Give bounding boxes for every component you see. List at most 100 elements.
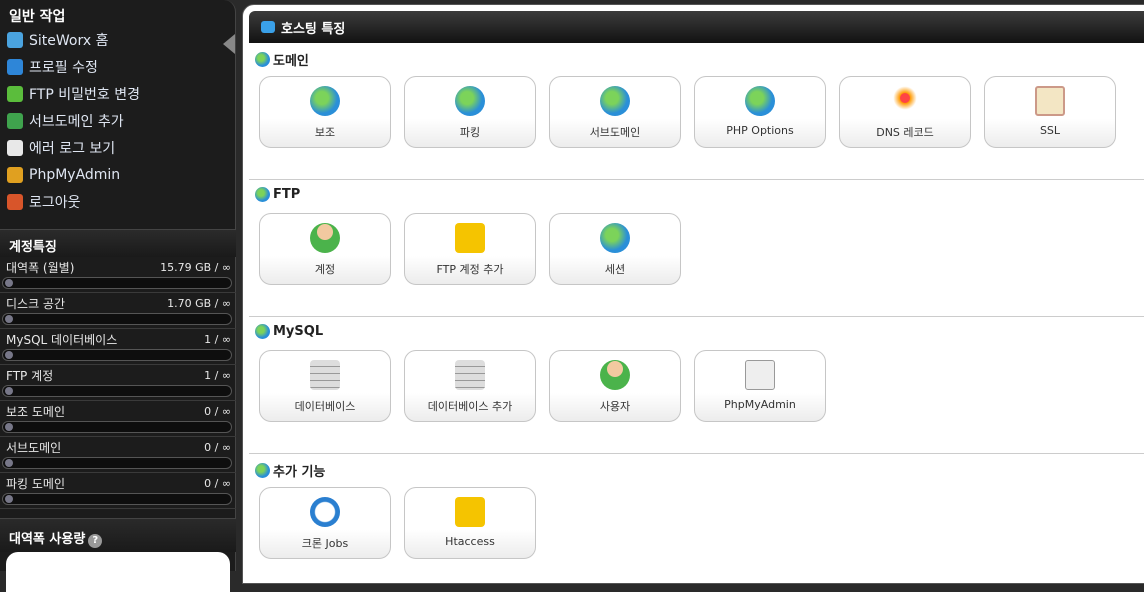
document-icon: [7, 139, 23, 156]
pma-icon: [745, 360, 775, 390]
usage-bar: [2, 277, 232, 289]
stat-label: MySQL 데이터베이스: [6, 333, 118, 347]
stat-label: 파킹 도메인: [6, 477, 66, 491]
feature-button[interactable]: FTP 계정 추가: [404, 213, 536, 285]
section-icon: [255, 463, 270, 478]
panel-title: 호스팅 특징: [281, 21, 346, 37]
sidebar-item-label: PhpMyAdmin: [29, 166, 121, 183]
clock-icon: [310, 497, 340, 527]
feature-button[interactable]: PhpMyAdmin: [694, 350, 826, 422]
feature-button[interactable]: 세션: [549, 213, 681, 285]
usage-bar: [2, 421, 232, 433]
ssl-icon: [1035, 86, 1065, 116]
feature-button[interactable]: 크론 Jobs: [259, 487, 391, 559]
sidebar-item-label: FTP 비밀번호 변경: [29, 86, 140, 103]
feature-button[interactable]: 데이터베이스: [259, 350, 391, 422]
account-stat: 디스크 공간 1.70 GB / ∞: [0, 293, 236, 329]
feature-button-label: 세션: [604, 263, 626, 276]
section-icon: [255, 52, 270, 67]
sidebar-item-label: SiteWorx 홈: [29, 32, 109, 49]
feature-button[interactable]: 서브도메인: [549, 76, 681, 148]
stat-value: 0 / ∞: [204, 477, 231, 490]
feature-button[interactable]: PHP Options: [694, 76, 826, 148]
feature-section: 추가 기능크론 Jobs Htaccess: [249, 454, 1144, 591]
feature-button-label: 데이터베이스: [294, 400, 356, 413]
usage-bar: [2, 313, 232, 325]
feature-section: MySQL 데이터베이스 데이터베이스 추가 사용자 PhpMyAdmin: [249, 317, 1144, 454]
feature-button[interactable]: DNS 레코드: [839, 76, 971, 148]
phpmyadmin-icon: [7, 166, 23, 183]
stat-value: 0 / ∞: [204, 405, 231, 418]
bandwidth-chart: [6, 552, 230, 592]
section-title: 도메인: [273, 54, 309, 69]
folder-icon: [455, 497, 485, 527]
active-indicator-arrow: [223, 34, 235, 54]
sidebar-item[interactable]: FTP 비밀번호 변경: [0, 80, 235, 107]
profile-icon: [7, 58, 23, 75]
sidebar-item[interactable]: 에러 로그 보기: [0, 134, 235, 161]
sidebar-title: 일반 작업: [9, 9, 66, 25]
logout-icon: [7, 193, 23, 210]
sidebar-item-label: 서브도메인 추가: [29, 113, 124, 130]
feature-section: FTP 계정 FTP 계정 추가 세션: [249, 180, 1144, 317]
feature-button-label: 크론 Jobs: [301, 537, 349, 550]
help-icon[interactable]: ?: [88, 534, 103, 548]
dns-icon: [890, 86, 920, 116]
db-icon: [310, 360, 340, 390]
usage-bar: [2, 493, 232, 505]
feature-button-label: PHP Options: [726, 124, 794, 137]
section-icon: [255, 324, 270, 339]
account-features-title: 계정특징: [0, 229, 236, 257]
feature-button-label: Htaccess: [445, 535, 495, 548]
sidebar-item[interactable]: SiteWorx 홈: [0, 26, 235, 53]
stat-value: 0 / ∞: [204, 441, 231, 454]
feature-button[interactable]: Htaccess: [404, 487, 536, 559]
feature-button-label: DNS 레코드: [876, 126, 934, 139]
section-title: FTP: [273, 187, 301, 202]
sidebar-item[interactable]: 프로필 수정: [0, 53, 235, 80]
feature-button[interactable]: 사용자: [549, 350, 681, 422]
feature-button[interactable]: 데이터베이스 추가: [404, 350, 536, 422]
feature-button-label: 보조: [314, 126, 336, 139]
feature-button-label: 서브도메인: [589, 126, 641, 139]
section-icon: [255, 187, 270, 202]
user-icon: [310, 223, 340, 253]
home-icon: [7, 31, 23, 48]
sidebar-item-label: 로그아웃: [29, 194, 81, 211]
feature-button[interactable]: SSL: [984, 76, 1116, 148]
account-stat: 서브도메인 0 / ∞: [0, 437, 236, 473]
globe-icon: [455, 86, 485, 116]
globe-icon: [310, 86, 340, 116]
feature-button-label: 계정: [314, 263, 336, 276]
account-stat: MySQL 데이터베이스 1 / ∞: [0, 329, 236, 365]
stat-label: 서브도메인: [6, 441, 62, 455]
feature-button-label: 데이터베이스 추가: [427, 400, 513, 413]
feature-button[interactable]: 파킹: [404, 76, 536, 148]
sidebar-item[interactable]: PhpMyAdmin: [0, 161, 235, 188]
bandwidth-usage-panel: 대역폭 사용량?: [0, 518, 236, 592]
feature-button[interactable]: 보조: [259, 76, 391, 148]
stat-value: 15.79 GB / ∞: [160, 261, 231, 274]
section-title: 추가 기능: [273, 465, 326, 480]
account-features: 계정특징 대역폭 (월별) 15.79 GB / ∞ 디스크 공간 1.70 GB /…: [0, 229, 236, 509]
sidebar-item-label: 프로필 수정: [29, 59, 98, 76]
feature-button[interactable]: 계정: [259, 213, 391, 285]
account-stat: FTP 계정 1 / ∞: [0, 365, 236, 401]
sidebar-item[interactable]: 서브도메인 추가: [0, 107, 235, 134]
folder-icon: [455, 223, 485, 253]
monitor-icon: [261, 21, 275, 33]
sidebar: 일반 작업 SiteWorx 홈프로필 수정 FTP 비밀번호 변경서브도메인 추…: [0, 0, 236, 592]
section-title: MySQL: [273, 324, 324, 339]
feature-button-label: 파킹: [459, 126, 481, 139]
globe-icon: [600, 223, 630, 253]
sidebar-item-label: 에러 로그 보기: [29, 140, 116, 157]
hosting-features-panel: 호스팅 특징 도메인보조 파킹 서브도메인 PHP Options DNS 레코드 SSL…: [242, 4, 1144, 584]
feature-button-label: PhpMyAdmin: [724, 398, 796, 411]
globe-icon: [745, 86, 775, 116]
usage-bar: [2, 385, 232, 397]
usage-bar: [2, 457, 232, 469]
feature-button-label: 사용자: [599, 400, 631, 413]
feature-section: 도메인보조 파킹 서브도메인 PHP Options DNS 레코드 SSL: [249, 43, 1144, 180]
user-icon: [7, 85, 23, 102]
sidebar-item[interactable]: 로그아웃: [0, 188, 235, 215]
